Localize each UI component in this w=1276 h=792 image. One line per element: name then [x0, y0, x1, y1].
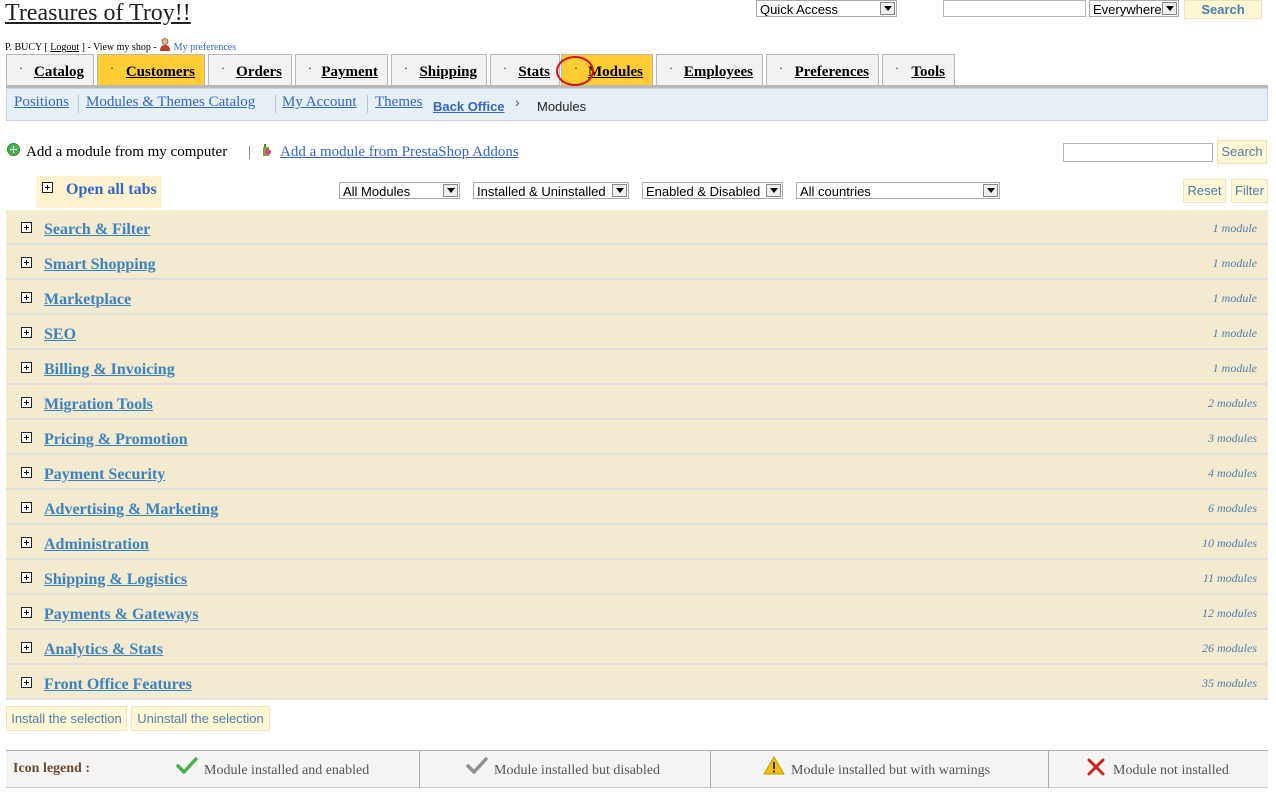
expand-icon[interactable]	[21, 572, 32, 583]
country-select[interactable]: All countries	[796, 182, 1000, 199]
install-status-select[interactable]: Installed & Uninstalled	[473, 182, 629, 199]
category-row[interactable]: Smart Shopping 1 module	[6, 245, 1268, 280]
search-scope-select[interactable]: Everywhere	[1089, 0, 1179, 17]
tab-tools[interactable]: · Tools	[882, 54, 955, 85]
warning-icon	[763, 756, 785, 775]
category-row[interactable]: Advertising & Marketing 6 modules	[6, 490, 1268, 525]
search-scope-value: Everywhere	[1093, 2, 1162, 17]
expand-icon[interactable]	[21, 257, 32, 268]
tab-payment[interactable]: · Payment	[295, 54, 388, 85]
category-row[interactable]: Pricing & Promotion 3 modules	[6, 420, 1268, 455]
install-selection-button[interactable]: Install the selection	[6, 706, 127, 731]
chevron-down-icon	[1162, 2, 1177, 15]
module-type-select[interactable]: All Modules	[339, 182, 460, 199]
legend-installed-warnings: Module installed but with warnings	[791, 763, 991, 778]
cross-red-icon	[1087, 758, 1105, 776]
chevron-right-icon: ›	[515, 94, 520, 110]
subnav-separator	[367, 95, 368, 113]
check-gray-icon	[466, 757, 488, 774]
quick-access-value: Quick Access	[760, 2, 839, 17]
header-search-input[interactable]	[943, 0, 1086, 17]
expand-icon[interactable]	[21, 222, 32, 233]
user-name: P. BUCY	[5, 42, 42, 53]
subnav-separator	[78, 95, 79, 113]
add-module-from-computer[interactable]: Add a module from my computer	[26, 144, 227, 161]
module-search-input[interactable]	[1063, 143, 1213, 162]
breadcrumb-current: Modules	[537, 99, 587, 114]
legend-separator	[1048, 751, 1049, 788]
legend-installed-disabled: Module installed but disabled	[494, 763, 661, 778]
annotation-circle	[556, 56, 594, 86]
legend-title: Icon legend :	[13, 761, 90, 776]
category-row[interactable]: Payment Security 4 modules	[6, 455, 1268, 490]
category-row[interactable]: Migration Tools 2 modules	[6, 385, 1268, 420]
expand-icon[interactable]	[21, 397, 32, 408]
sub-navigation: Positions Modules & Themes Catalog My Ac…	[6, 88, 1268, 121]
tab-catalog[interactable]: · Catalog	[6, 54, 94, 85]
view-shop-link[interactable]: View my shop	[93, 42, 151, 53]
expand-icon[interactable]	[21, 362, 32, 373]
subnav-themes[interactable]: Themes	[375, 94, 422, 111]
open-all-tabs-button[interactable]: Open all tabs	[36, 176, 162, 208]
tab-employees[interactable]: · Employees	[656, 54, 763, 85]
user-icon	[160, 38, 171, 51]
tab-orders[interactable]: · Orders	[208, 54, 292, 85]
expand-icon[interactable]	[21, 467, 32, 478]
module-search-button[interactable]: Search	[1217, 140, 1267, 164]
expand-icon[interactable]	[21, 607, 32, 618]
filter-button[interactable]: Filter	[1231, 179, 1268, 203]
reset-button[interactable]: Reset	[1183, 179, 1226, 203]
category-row[interactable]: Shipping & Logistics 11 modules	[6, 560, 1268, 595]
header-search-button[interactable]: Search	[1184, 0, 1262, 19]
expand-icon[interactable]	[21, 292, 32, 303]
module-category-list: Search & Filter 1 module Smart Shopping 1 …	[6, 210, 1268, 700]
enabled-status-select[interactable]: Enabled & Disabled	[642, 182, 783, 199]
category-row[interactable]: Front Office Features 35 modules	[6, 665, 1268, 700]
expand-icon[interactable]	[21, 432, 32, 443]
my-preferences-link[interactable]: My preferences	[174, 42, 236, 53]
expand-icon[interactable]	[21, 502, 32, 513]
category-row[interactable]: Payments & Gateways 12 modules	[6, 595, 1268, 630]
expand-icon[interactable]	[21, 642, 32, 653]
category-row[interactable]: Billing & Invoicing 1 module	[6, 350, 1268, 385]
chevron-down-icon	[612, 184, 627, 197]
category-row[interactable]: SEO 1 module	[6, 315, 1268, 350]
category-row[interactable]: Search & Filter 1 module	[6, 210, 1268, 245]
chevron-down-icon	[443, 184, 458, 197]
subnav-separator	[275, 95, 276, 113]
tab-shipping[interactable]: · Shipping	[391, 54, 487, 85]
addons-icon	[263, 144, 271, 156]
legend-installed-enabled: Module installed and enabled	[204, 763, 370, 778]
category-row[interactable]: Analytics & Stats 26 modules	[6, 630, 1268, 665]
subnav-positions[interactable]: Positions	[14, 94, 69, 111]
breadcrumb-back-office[interactable]: Back Office	[433, 99, 505, 114]
expand-icon[interactable]	[21, 677, 32, 688]
user-info-line: P. BUCY [ Logout ] - View my shop - My p…	[5, 38, 236, 53]
add-circle-icon	[7, 143, 20, 156]
legend-separator	[710, 751, 711, 788]
separator: |	[248, 144, 252, 160]
add-module-from-addons[interactable]: Add a module from PrestaShop Addons	[280, 144, 519, 161]
subnav-my-account[interactable]: My Account	[282, 94, 357, 111]
chevron-down-icon	[983, 184, 998, 197]
expand-icon[interactable]	[21, 537, 32, 548]
category-row[interactable]: Administration 10 modules	[6, 525, 1268, 560]
uninstall-selection-button[interactable]: Uninstall the selection	[131, 706, 270, 731]
icon-legend: Icon legend : Module installed and enabl…	[6, 750, 1268, 788]
expand-icon[interactable]	[21, 327, 32, 338]
tab-customers[interactable]: · Customers	[97, 54, 205, 85]
tab-stats[interactable]: · Stats	[490, 54, 560, 85]
legend-separator	[419, 751, 420, 788]
quick-access-select[interactable]: Quick Access	[756, 0, 897, 17]
category-row[interactable]: Marketplace 1 module	[6, 280, 1268, 315]
legend-not-installed: Module not installed	[1113, 763, 1229, 778]
expand-icon	[42, 182, 53, 193]
subnav-modules-themes-catalog[interactable]: Modules & Themes Catalog	[86, 94, 255, 111]
check-green-icon	[176, 757, 198, 774]
shop-title[interactable]: Treasures of Troy!!	[5, 0, 191, 27]
logout-link[interactable]: Logout	[50, 42, 79, 53]
chevron-down-icon	[766, 184, 781, 197]
tab-preferences[interactable]: · Preferences	[766, 54, 879, 85]
chevron-down-icon	[880, 2, 895, 15]
